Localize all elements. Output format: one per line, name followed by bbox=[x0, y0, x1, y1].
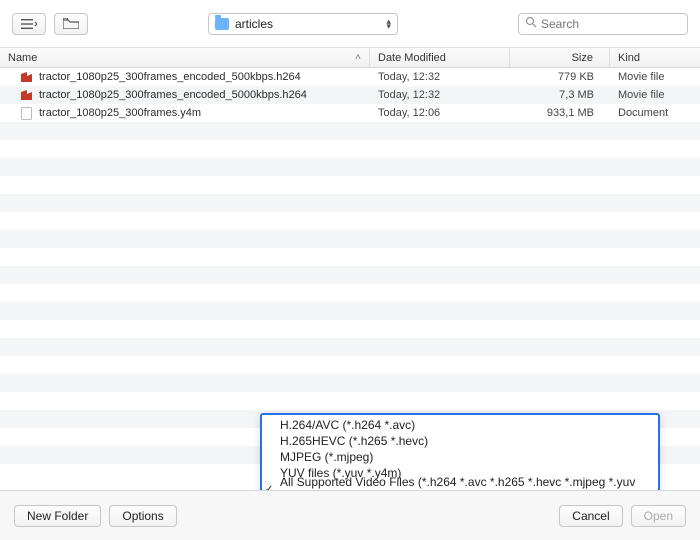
file-date: Today, 12:32 bbox=[370, 89, 510, 101]
header-kind[interactable]: Kind bbox=[610, 48, 700, 67]
header-name-label: Name bbox=[8, 52, 37, 64]
empty-row bbox=[0, 392, 700, 410]
empty-row bbox=[0, 338, 700, 356]
header-size-label: Size bbox=[572, 52, 593, 64]
cancel-button[interactable]: Cancel bbox=[559, 505, 622, 527]
sort-ascending-icon: ˄ bbox=[355, 52, 361, 63]
empty-row bbox=[0, 302, 700, 320]
file-kind: Movie file bbox=[610, 89, 700, 101]
search-input[interactable] bbox=[541, 17, 681, 31]
folder-button[interactable] bbox=[54, 13, 88, 35]
filetype-option-label: MJPEG (*.mjpeg) bbox=[280, 450, 373, 464]
path-dropdown[interactable]: articles ▴▾ bbox=[208, 13, 398, 35]
file-row[interactable]: tractor_1080p25_300frames_encoded_5000kb… bbox=[0, 86, 700, 104]
empty-row bbox=[0, 374, 700, 392]
empty-row bbox=[0, 356, 700, 374]
header-date[interactable]: Date Modified bbox=[370, 48, 510, 67]
toolbar: articles ▴▾ bbox=[0, 0, 700, 48]
file-size: 7,3 MB bbox=[510, 89, 610, 101]
empty-row bbox=[0, 176, 700, 194]
empty-row bbox=[0, 212, 700, 230]
header-date-label: Date Modified bbox=[378, 52, 446, 64]
search-field[interactable] bbox=[518, 13, 688, 35]
list-icon bbox=[21, 19, 37, 29]
filetype-option-label: H.265HEVC (*.h265 *.hevc) bbox=[280, 434, 428, 448]
view-list-button[interactable] bbox=[12, 13, 46, 35]
file-name: tractor_1080p25_300frames_encoded_500kbp… bbox=[39, 71, 301, 83]
file-date: Today, 12:32 bbox=[370, 71, 510, 83]
chevron-updown-icon: ▴▾ bbox=[386, 19, 391, 29]
header-size[interactable]: Size bbox=[510, 48, 610, 67]
folder-outline-icon bbox=[63, 18, 79, 29]
empty-row bbox=[0, 284, 700, 302]
empty-row bbox=[0, 266, 700, 284]
empty-row bbox=[0, 122, 700, 140]
search-icon bbox=[525, 16, 537, 31]
file-size: 779 KB bbox=[510, 71, 610, 83]
file-kind: Document bbox=[610, 107, 700, 119]
options-button[interactable]: Options bbox=[109, 505, 176, 527]
column-headers: Name ˄ Date Modified Size Kind bbox=[0, 48, 700, 68]
header-kind-label: Kind bbox=[618, 52, 640, 64]
empty-row bbox=[0, 248, 700, 266]
empty-row bbox=[0, 194, 700, 212]
empty-row bbox=[0, 140, 700, 158]
file-row[interactable]: tractor_1080p25_300frames_encoded_500kbp… bbox=[0, 68, 700, 86]
filetype-option[interactable]: H.264/AVC (*.h264 *.avc) bbox=[262, 417, 658, 433]
document-file-icon bbox=[20, 107, 33, 120]
new-folder-button[interactable]: New Folder bbox=[14, 505, 101, 527]
empty-row bbox=[0, 158, 700, 176]
empty-row bbox=[0, 320, 700, 338]
filetype-option[interactable]: H.265HEVC (*.h265 *.hevc) bbox=[262, 433, 658, 449]
path-label: articles bbox=[235, 17, 380, 31]
folder-icon bbox=[215, 18, 229, 30]
file-size: 933,1 MB bbox=[510, 107, 610, 119]
file-kind: Movie file bbox=[610, 71, 700, 83]
open-button[interactable]: Open bbox=[631, 505, 686, 527]
filetype-option-label: H.264/AVC (*.h264 *.avc) bbox=[280, 418, 415, 432]
file-name: tractor_1080p25_300frames_encoded_5000kb… bbox=[39, 89, 307, 101]
file-name: tractor_1080p25_300frames.y4m bbox=[39, 107, 201, 119]
file-date: Today, 12:06 bbox=[370, 107, 510, 119]
footer: New Folder Options Cancel Open bbox=[0, 490, 700, 540]
file-row[interactable]: tractor_1080p25_300frames.y4m Today, 12:0… bbox=[0, 104, 700, 122]
movie-file-icon bbox=[20, 71, 33, 84]
movie-file-icon bbox=[20, 89, 33, 102]
filetype-option[interactable]: MJPEG (*.mjpeg) bbox=[262, 449, 658, 465]
header-name[interactable]: Name ˄ bbox=[0, 48, 370, 67]
empty-row bbox=[0, 230, 700, 248]
